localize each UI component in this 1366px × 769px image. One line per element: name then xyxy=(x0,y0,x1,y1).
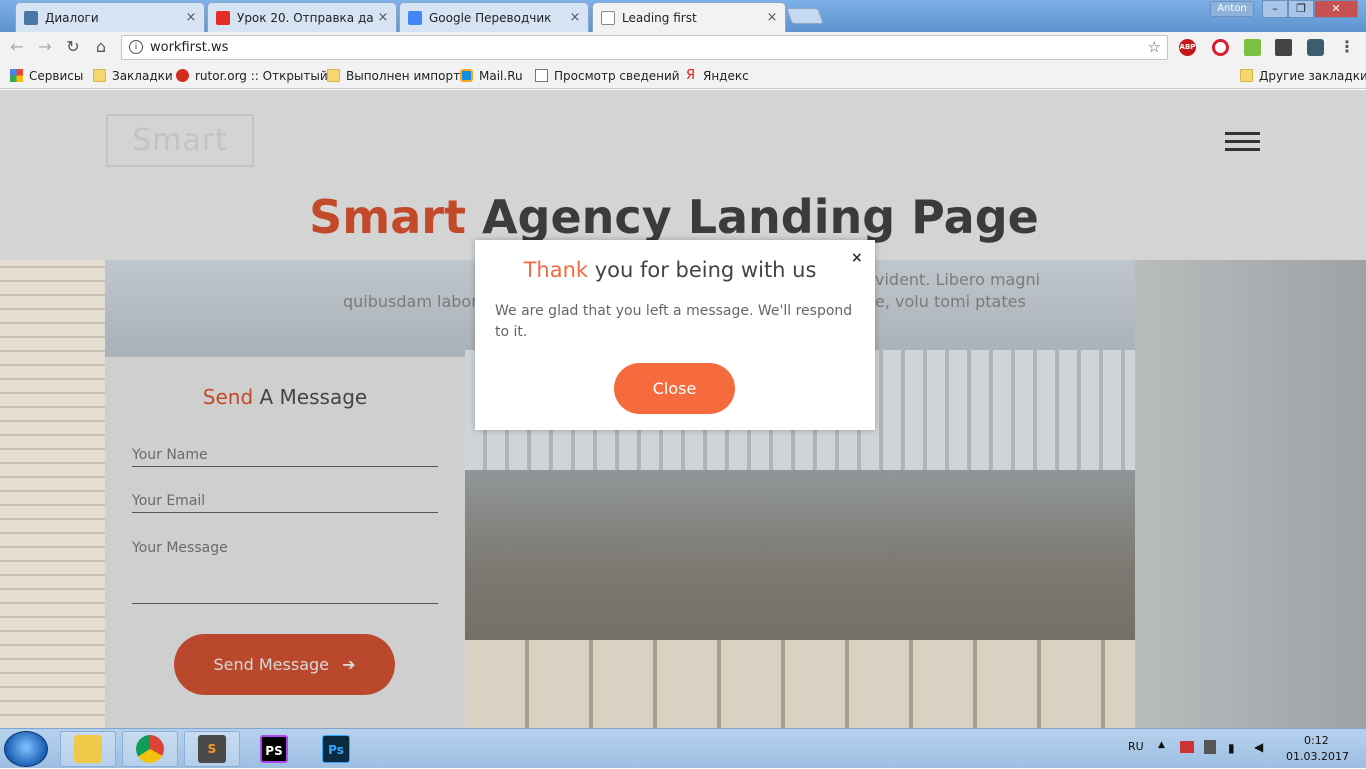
browser-toolbar: ← → ↻ ⌂ i workfirst.ws ☆ ABP ⋮ xyxy=(0,32,1366,62)
home-icon[interactable]: ⌂ xyxy=(90,37,112,57)
tab-label: Leading first xyxy=(622,10,697,25)
clock-time[interactable]: 0:12 xyxy=(1304,734,1329,747)
modal-close-button[interactable]: Close xyxy=(614,363,735,414)
bookmark-label: Другие закладки xyxy=(1259,68,1366,83)
address-bar[interactable]: i workfirst.ws ☆ xyxy=(121,35,1168,60)
chrome-icon xyxy=(136,735,164,763)
tab-google-translate[interactable]: Google Переводчик × xyxy=(399,2,589,32)
apps-icon xyxy=(10,69,23,82)
yandex-icon: Я xyxy=(685,68,696,83)
bookmarks-bar: Сервисы Закладки rutor.org :: Открытый В… xyxy=(0,62,1366,89)
modal-title-accent: Thank xyxy=(523,258,589,282)
taskbar-sublime[interactable]: S xyxy=(184,731,240,767)
bookmark-yandex[interactable]: Я Яндекс xyxy=(684,67,749,84)
taskbar-photoshop[interactable]: Ps xyxy=(308,731,364,767)
windows-taskbar: S PS Ps RU ▲ ▮ ◀ 0:12 01.03.2017 xyxy=(0,728,1366,768)
page-icon xyxy=(601,10,615,25)
close-icon[interactable]: × xyxy=(566,10,584,25)
tab-label: Урок 20. Отправка данн xyxy=(237,10,374,25)
folder-icon xyxy=(327,69,340,82)
maximize-button[interactable]: ❐ xyxy=(1288,0,1314,18)
clock-date[interactable]: 01.03.2017 xyxy=(1286,750,1349,763)
tab-lesson-20[interactable]: Урок 20. Отправка данн × xyxy=(207,2,397,32)
bookmark-label: Просмотр сведений xyxy=(554,68,680,83)
profile-button[interactable]: Anton xyxy=(1210,1,1254,17)
menu-icon[interactable]: ⋮ xyxy=(1336,37,1358,57)
start-button[interactable] xyxy=(4,731,48,767)
taskbar-chrome[interactable] xyxy=(122,731,178,767)
bookmark-label: rutor.org :: Открытый xyxy=(195,68,328,83)
new-tab-button[interactable] xyxy=(786,8,824,24)
adblock-icon[interactable]: ABP xyxy=(1179,39,1196,56)
window-close-button[interactable]: ✕ xyxy=(1314,0,1358,18)
google-translate-icon xyxy=(408,10,422,25)
forward-icon[interactable]: → xyxy=(34,37,56,57)
volume-icon[interactable]: ◀ xyxy=(1254,740,1263,754)
bookmark-other[interactable]: Другие закладки xyxy=(1240,67,1366,84)
minimize-button[interactable]: – xyxy=(1262,0,1288,18)
bookmark-label: Выполнен импорт xyxy=(346,68,461,83)
close-icon[interactable]: × xyxy=(182,10,200,25)
bookmark-label: Mail.Ru xyxy=(479,68,523,83)
bookmark-label: Яндекс xyxy=(703,68,749,83)
photoshop-icon: Ps xyxy=(322,735,350,763)
bookmark-star-icon[interactable]: ☆ xyxy=(1148,36,1161,59)
bookmark-label: Закладки xyxy=(112,68,173,83)
taskbar-phpstorm[interactable]: PS xyxy=(246,731,302,767)
browser-tab-strip: Диалоги × Урок 20. Отправка данн × Googl… xyxy=(0,0,1366,32)
bookmark-rutor[interactable]: rutor.org :: Открытый xyxy=(176,67,328,84)
modal-message: We are glad that you left a message. We'… xyxy=(495,303,853,340)
bookmark-services[interactable]: Сервисы xyxy=(10,67,83,84)
taskbar-explorer[interactable] xyxy=(60,731,116,767)
rutor-icon xyxy=(176,69,189,82)
language-indicator[interactable]: RU xyxy=(1128,740,1144,753)
tab-dialogs[interactable]: Диалоги × xyxy=(15,2,205,32)
system-tray: RU ▲ ▮ ◀ 0:12 01.03.2017 xyxy=(1120,729,1366,769)
close-icon[interactable]: × xyxy=(374,10,392,25)
tab-leading-first[interactable]: Leading first × xyxy=(592,2,786,32)
tab-label: Google Переводчик xyxy=(429,10,552,25)
thank-you-modal: × Thank you for being with us We are gla… xyxy=(475,240,875,430)
back-icon[interactable]: ← xyxy=(6,37,28,57)
bookmark-bookmarks[interactable]: Закладки xyxy=(93,67,173,84)
explorer-icon xyxy=(74,735,102,763)
folder-icon xyxy=(1240,69,1253,82)
bookmark-label: Сервисы xyxy=(29,68,84,83)
bookmark-details[interactable]: Просмотр сведений xyxy=(535,67,680,84)
phpstorm-icon: PS xyxy=(260,735,288,763)
tray-expand-icon[interactable]: ▲ xyxy=(1158,740,1165,750)
tab-label: Диалоги xyxy=(45,10,99,25)
bookmark-import[interactable]: Выполнен импорт xyxy=(327,67,460,84)
page-icon xyxy=(535,69,548,82)
device-icon[interactable] xyxy=(1204,740,1216,754)
mailru-icon xyxy=(460,69,473,82)
reload-icon[interactable]: ↻ xyxy=(62,37,84,57)
screenshot-icon[interactable] xyxy=(1275,39,1292,56)
vpn-icon[interactable] xyxy=(1307,39,1324,56)
signal-icon[interactable]: ▮ xyxy=(1228,741,1235,755)
extension-icon[interactable] xyxy=(1244,39,1261,56)
bookmark-mailru[interactable]: Mail.Ru xyxy=(460,67,523,84)
info-icon[interactable]: i xyxy=(129,40,143,54)
sublime-icon: S xyxy=(198,735,226,763)
dialog-icon xyxy=(24,10,38,25)
url-text: workfirst.ws xyxy=(150,40,229,55)
opera-icon[interactable] xyxy=(1212,39,1229,56)
modal-title-rest: you for being with us xyxy=(588,258,817,282)
modal-title: Thank you for being with us xyxy=(475,258,865,282)
youtube-icon xyxy=(216,10,230,25)
close-icon[interactable]: × xyxy=(763,10,781,25)
network-disabled-icon[interactable] xyxy=(1180,741,1194,753)
folder-icon xyxy=(93,69,106,82)
